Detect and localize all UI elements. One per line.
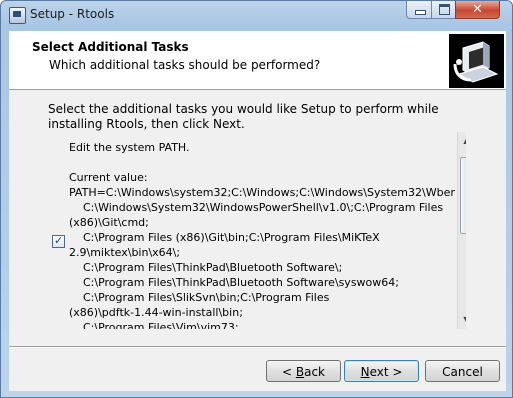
page-subtitle: Which additional tasks should be perform… [49,58,321,72]
task-text-line: C:\Windows\System32\WindowsPowerShell\v1… [69,201,444,214]
setup-window: Setup - Rtools ✕ Select Additional Tasks… [0,0,513,398]
scroll-up-arrow-icon[interactable]: ▲ [459,133,466,149]
task-text-line: (x86)\pdftk-1.44-win-install\bin; [69,306,243,319]
task-list-content: ✓ Edit the system PATH. Current value: PA… [47,132,455,329]
minimize-button[interactable] [406,1,432,19]
checkmark-icon: ✓ [54,234,64,247]
footer-separator [9,346,506,348]
next-label: ext > [369,365,403,379]
edit-path-task-label[interactable]: Edit the system PATH. Current value: PATH… [69,140,455,329]
title-bar[interactable]: Setup - Rtools ✕ [1,1,512,29]
next-button[interactable]: Next > [344,360,419,382]
scroll-thumb[interactable] [460,157,466,234]
scroll-down-arrow-icon[interactable]: ▼ [459,312,466,328]
task-text-line [69,155,454,170]
back-button[interactable]: < Back [266,360,341,382]
task-text-line: C:\Program Files (x86)\Git\bin;C:\Progra… [69,231,380,244]
computer-setup-icon [449,34,504,88]
task-list-scrollbar[interactable]: ▲ ▼ [457,132,466,329]
wizard-client-area: Select Additional Tasks Which additional… [9,31,506,391]
back-accelerator: B [295,365,305,379]
window-title: Setup - Rtools [30,7,115,21]
task-text-line: Current value: [69,171,148,184]
setup-app-icon [9,7,26,24]
maximize-icon [439,4,450,15]
task-list[interactable]: ✓ Edit the system PATH. Current value: PA… [47,132,466,329]
task-text-line: (x86)\Git\cmd; [69,216,149,229]
task-text-line: C:\Program Files\SlikSvn\bin;C:\Program … [69,291,330,304]
task-description: Select the additional tasks you would li… [48,102,439,131]
back-prefix: < [281,365,296,379]
maximize-button[interactable] [431,1,456,19]
close-button[interactable]: ✕ [455,1,500,19]
page-title: Select Additional Tasks [32,40,189,54]
cancel-button[interactable]: Cancel [425,360,500,382]
minimize-icon [415,10,426,15]
task-text-line: Edit the system PATH. [69,141,190,154]
task-text-line: C:\Program Files\ThinkPad\Bluetooth Soft… [69,261,343,274]
back-label: ack [304,365,325,379]
next-accelerator: N [360,365,370,379]
close-icon: ✕ [472,2,483,17]
wizard-header: Select Additional Tasks Which additional… [9,31,506,90]
task-text-line: 2.9\miktex\bin\x64\; [69,246,181,259]
task-text-line: C:\Program Files\Vim\vim73; [69,321,239,329]
task-text-line: C:\Program Files\ThinkPad\Bluetooth Soft… [69,276,399,289]
edit-path-checkbox[interactable]: ✓ [52,234,65,248]
task-text-line: PATH=C:\Windows\system32;C:\Windows;C:\W… [69,186,455,199]
